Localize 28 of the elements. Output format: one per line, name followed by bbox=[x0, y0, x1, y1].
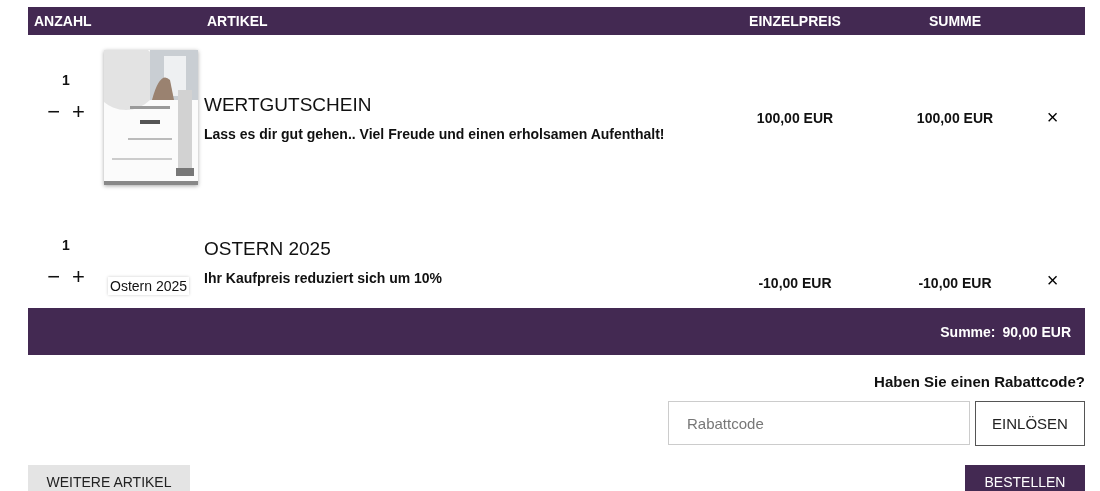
unit-price: -10,00 EUR bbox=[757, 275, 833, 291]
continue-shopping-button[interactable]: WEITERE ARTIKEL bbox=[28, 465, 190, 491]
column-header: ANZAHL bbox=[33, 13, 93, 29]
line-total: 100,00 EUR bbox=[915, 109, 995, 126]
quantity-text: 1 bbox=[62, 71, 70, 88]
column-header: ARTIKEL bbox=[206, 13, 269, 29]
coupon-question: Haben Sie einen Rabattcode? bbox=[874, 373, 1085, 390]
product-description: Ihr Kaufpreis reduziert sich um 10% bbox=[204, 270, 444, 286]
product-title: OSTERN 2025 bbox=[204, 238, 332, 260]
total-value: 90,00 EUR bbox=[1002, 323, 1071, 340]
increase-button[interactable]: + bbox=[70, 267, 87, 287]
total-label: Summe: bbox=[940, 323, 996, 340]
unit-price: 100,00 EUR bbox=[755, 109, 835, 126]
decrease-button[interactable]: − bbox=[45, 267, 62, 287]
order-button[interactable]: BESTELLEN bbox=[965, 465, 1085, 491]
coupon-input-field[interactable]: Rabattcode bbox=[668, 401, 970, 445]
increase-button[interactable]: + bbox=[70, 101, 87, 122]
product-description: Lass es dir gut gehen.. Viel Freude und einen erholsamen Aufenthalt! bbox=[204, 125, 666, 142]
column-header: EINZELPREIS bbox=[748, 13, 842, 29]
column-header: SUMME bbox=[927, 13, 983, 29]
line-total: -10,00 EUR bbox=[917, 275, 993, 291]
quantity-text: 1 bbox=[62, 237, 70, 253]
remove-button[interactable]: × bbox=[1044, 271, 1061, 289]
product-title: WERTGUTSCHEIN bbox=[204, 93, 373, 116]
decrease-button[interactable]: − bbox=[45, 101, 62, 122]
redeem-button[interactable]: EINLÖSEN bbox=[975, 401, 1085, 446]
remove-button[interactable]: × bbox=[1044, 107, 1061, 126]
image-label: Ostern 2025 bbox=[108, 277, 190, 295]
